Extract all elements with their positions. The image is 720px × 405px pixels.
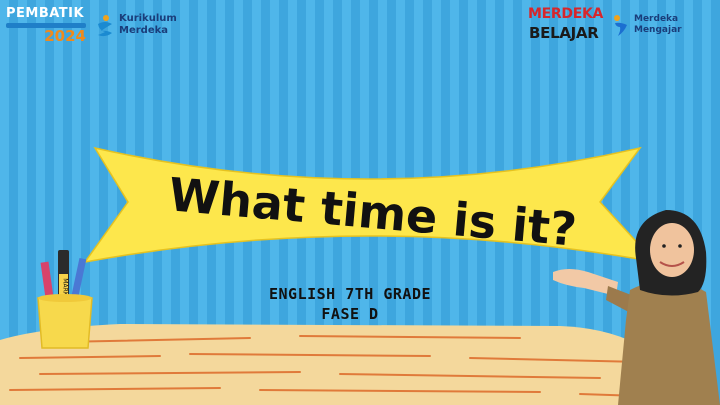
marker-label: MARK xyxy=(62,278,69,296)
merdeka-belajar-line1: MERDEKA xyxy=(528,6,604,22)
merdeka-belajar-logo: MERDEKA BELAJAR xyxy=(528,6,604,46)
cup-rim xyxy=(38,294,92,302)
pembatik-logo: PEMBATIK 2024 xyxy=(4,6,92,45)
pembatik-logo-year: 2024 xyxy=(44,27,86,45)
presenter-eye-right xyxy=(678,244,682,248)
cup-body xyxy=(37,297,93,349)
subtitle-line-1: ENGLISH 7TH GRADE xyxy=(268,285,432,303)
title-slide: PEMBATIK 2024 Kurikulum Merdeka MERDEKA … xyxy=(0,0,720,405)
presenter-uniform xyxy=(618,280,720,405)
kurikulum-logo-line2: Merdeka xyxy=(119,25,169,36)
pen-cup-illustration: MARK xyxy=(37,250,93,349)
merdeka-belajar-line2: BELAJAR xyxy=(529,24,599,42)
presenter-photo xyxy=(553,210,720,405)
merdeka-mengajar-icon xyxy=(614,15,627,36)
merdeka-mengajar-logo: Merdeka Mengajar xyxy=(612,12,712,42)
kurikulum-merdeka-logo: Kurikulum Merdeka xyxy=(95,12,195,42)
merdeka-mengajar-line1: Merdeka xyxy=(634,14,679,24)
kurikulum-merdeka-icon xyxy=(98,15,112,37)
pembatik-logo-title: PEMBATIK xyxy=(6,6,85,21)
kurikulum-logo-line1: Kurikulum xyxy=(119,13,177,24)
merdeka-mengajar-line2: Mengajar xyxy=(634,25,682,35)
presenter-eye-left xyxy=(662,244,666,248)
presenter-face xyxy=(650,223,694,277)
